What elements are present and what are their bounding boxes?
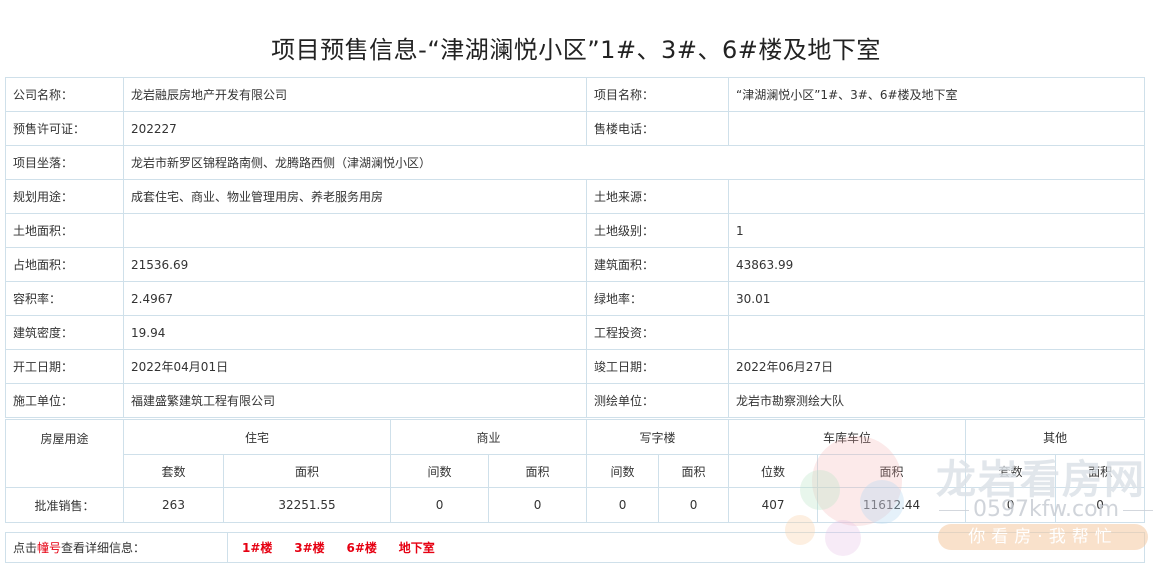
commercial-count: 0	[390, 487, 490, 523]
building-link-3[interactable]: 3#楼	[294, 541, 324, 555]
surveyor-label: 测绘单位：	[586, 383, 729, 418]
project-name-label: 项目名称：	[586, 77, 729, 112]
company-value: 龙岩融辰房地产开发有限公司	[123, 77, 587, 112]
density-value: 19.94	[123, 315, 587, 350]
building-area-label: 建筑面积：	[586, 247, 729, 282]
land-area-value	[123, 213, 587, 248]
sales-phone-label: 售楼电话：	[586, 111, 729, 146]
info-row-location: 项目坐落： 龙岩市新罗区锦程路南侧、龙腾路西侧（津湖澜悦小区）	[5, 145, 1145, 180]
info-row-dates: 开工日期： 2022年04月01日 竣工日期： 2022年06月27日	[5, 349, 1145, 384]
page-title: 项目预售信息-“津湖澜悦小区”1#、3#、6#楼及地下室	[271, 36, 881, 64]
office-count-header: 间数	[586, 454, 660, 488]
group-commercial: 商业	[390, 419, 588, 455]
land-source-value	[728, 179, 1145, 214]
watermark-slogan: 你看房·我帮忙	[938, 524, 1148, 550]
watermark-dot-icon	[800, 470, 840, 510]
investment-label: 工程投资：	[586, 315, 729, 350]
building-link-basement[interactable]: 地下室	[399, 541, 435, 555]
builder-label: 施工单位：	[5, 383, 124, 418]
info-row-land: 土地面积： 土地级别： 1	[5, 213, 1145, 248]
hint-prefix: 点击	[13, 541, 38, 555]
info-row-company: 公司名称： 龙岩融辰房地产开发有限公司 项目名称： “津湖澜悦小区”1#、3#、…	[5, 77, 1145, 112]
hint-highlight: 幢号	[37, 541, 62, 555]
info-row-density: 建筑密度： 19.94 工程投资：	[5, 315, 1145, 350]
office-area-header: 面积	[658, 454, 730, 488]
location-label: 项目坐落：	[5, 145, 124, 180]
watermark-dot-icon	[825, 520, 861, 556]
footprint-value: 21536.69	[123, 247, 587, 282]
project-name-value: “津湖澜悦小区”1#、3#、6#楼及地下室	[728, 77, 1145, 112]
start-date-label: 开工日期：	[5, 349, 124, 384]
permit-label: 预售许可证：	[5, 111, 124, 146]
green-ratio-value: 30.01	[728, 281, 1145, 316]
watermark-dot-icon	[785, 515, 815, 545]
permit-value: 202227	[123, 111, 587, 146]
watermark-url: 0597kfw.com	[935, 497, 1157, 522]
building-area-value: 43863.99	[728, 247, 1145, 282]
start-date-value: 2022年04月01日	[123, 349, 587, 384]
hint-suffix: 查看详细信息：	[61, 541, 146, 555]
info-row-permit: 预售许可证： 202227 售楼电话：	[5, 111, 1145, 146]
residential-area: 32251.55	[222, 487, 392, 523]
density-label: 建筑密度：	[5, 315, 124, 350]
land-grade-label: 土地级别：	[586, 213, 729, 248]
watermark-dot-icon	[860, 480, 904, 524]
group-residential: 住宅	[122, 419, 392, 455]
sales-phone-value	[728, 111, 1145, 146]
completion-date-label: 竣工日期：	[586, 349, 729, 384]
builder-value: 福建盛繁建筑工程有限公司	[123, 383, 587, 418]
office-area: 0	[658, 487, 730, 523]
info-row-area: 占地面积： 21536.69 建筑面积： 43863.99	[5, 247, 1145, 282]
completion-date-value: 2022年06月27日	[728, 349, 1145, 384]
surveyor-value: 龙岩市勘察测绘大队	[728, 383, 1145, 418]
info-row-ratio: 容积率： 2.4967 绿地率： 30.01	[5, 281, 1145, 316]
planned-use-value: 成套住宅、商业、物业管理用房、养老服务用房	[123, 179, 587, 214]
residential-area-header: 面积	[222, 454, 392, 488]
project-info-table: 公司名称： 龙岩融辰房地产开发有限公司 项目名称： “津湖澜悦小区”1#、3#、…	[5, 77, 1145, 418]
residential-count: 263	[123, 487, 224, 523]
land-area-label: 土地面积：	[5, 213, 124, 248]
far-value: 2.4967	[123, 281, 587, 316]
footprint-label: 占地面积：	[5, 247, 124, 282]
investment-value	[728, 315, 1145, 350]
company-label: 公司名称：	[5, 77, 124, 112]
usage-header: 房屋用途	[5, 419, 124, 488]
approved-sales-label: 批准销售：	[5, 487, 124, 523]
info-row-contractors: 施工单位： 福建盛繁建筑工程有限公司 测绘单位： 龙岩市勘察测绘大队	[5, 383, 1145, 418]
building-link-1[interactable]: 1#楼	[242, 541, 272, 555]
green-ratio-label: 绿地率：	[586, 281, 729, 316]
office-count: 0	[586, 487, 660, 523]
planned-use-label: 规划用途：	[5, 179, 124, 214]
residential-count-header: 套数	[123, 454, 224, 488]
location-value: 龙岩市新罗区锦程路南侧、龙腾路西侧（津湖澜悦小区）	[123, 145, 1145, 180]
building-link-6[interactable]: 6#楼	[346, 541, 376, 555]
land-source-label: 土地来源：	[586, 179, 729, 214]
commercial-area-header: 面积	[488, 454, 588, 488]
building-hint: 点击幢号查看详细信息：	[5, 532, 228, 563]
group-office: 写字楼	[586, 419, 730, 455]
commercial-count-header: 间数	[390, 454, 490, 488]
info-row-usage: 规划用途： 成套住宅、商业、物业管理用房、养老服务用房 土地来源：	[5, 179, 1145, 214]
far-label: 容积率：	[5, 281, 124, 316]
land-grade-value: 1	[728, 213, 1145, 248]
commercial-area: 0	[488, 487, 588, 523]
